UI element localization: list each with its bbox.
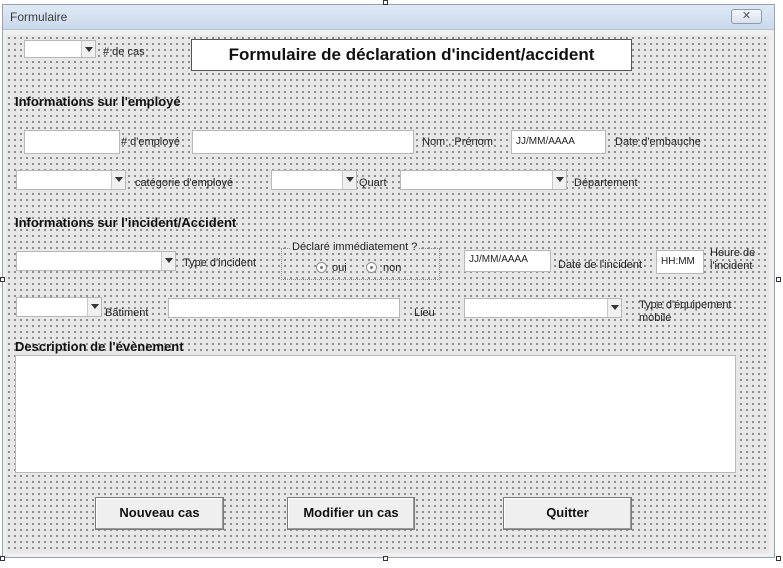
employee-id-input[interactable] bbox=[24, 130, 120, 154]
shift-label: Quart bbox=[359, 177, 387, 189]
title-bar: Formulaire ✕ bbox=[3, 5, 774, 30]
hire-date-input[interactable]: JJ/MM/AAAA bbox=[511, 130, 606, 154]
declared-immediately-label: Déclaré immédiatement ? bbox=[290, 241, 420, 253]
description-textarea[interactable] bbox=[15, 355, 736, 473]
incident-time-label: Heure de l'incident bbox=[710, 247, 756, 272]
radio-no[interactable] bbox=[366, 262, 377, 273]
shift-combo[interactable] bbox=[271, 170, 357, 190]
location-label: Lieu bbox=[414, 307, 435, 319]
incident-time-input[interactable]: HH:MM bbox=[656, 250, 704, 274]
incident-date-value: JJ/MM/AAAA bbox=[469, 254, 528, 265]
incident-time-value: HH:MM bbox=[661, 256, 695, 267]
chevron-down-icon[interactable] bbox=[552, 171, 566, 189]
resize-handle-bottom-right[interactable] bbox=[776, 556, 781, 561]
location-input[interactable] bbox=[168, 298, 400, 318]
building-label: Bâtiment bbox=[105, 307, 149, 319]
resize-handle-right[interactable] bbox=[776, 277, 781, 282]
radio-yes[interactable] bbox=[316, 262, 327, 273]
radio-no-label: non bbox=[383, 262, 402, 274]
incident-type-label: Type d'incident bbox=[183, 257, 257, 269]
quit-button[interactable]: Quitter bbox=[503, 497, 632, 530]
hire-date-value: JJ/MM/AAAA bbox=[516, 136, 575, 147]
chevron-down-icon[interactable] bbox=[161, 252, 175, 270]
new-case-button[interactable]: Nouveau cas bbox=[95, 497, 224, 530]
mobile-equipment-label: Type d'équipement mobile bbox=[639, 299, 732, 324]
form-title: Formulaire de déclaration d'incident/acc… bbox=[191, 39, 632, 71]
incident-type-combo[interactable] bbox=[16, 251, 176, 271]
case-number-label: # de cas bbox=[103, 46, 145, 58]
form-canvas: # de cas Formulaire de déclaration d'inc… bbox=[6, 35, 769, 553]
edit-case-button[interactable]: Modifier un cas bbox=[287, 497, 415, 530]
incident-date-input[interactable]: JJ/MM/AAAA bbox=[464, 250, 551, 272]
mobile-equipment-combo[interactable] bbox=[464, 298, 622, 318]
department-label: Département bbox=[574, 177, 638, 189]
resize-handle-left[interactable] bbox=[0, 277, 5, 282]
declared-immediately-group: Déclaré immédiatement ? oui non bbox=[281, 241, 440, 280]
chevron-down-icon[interactable] bbox=[81, 41, 95, 57]
building-combo[interactable] bbox=[16, 297, 102, 317]
resize-handle-bottom-left[interactable] bbox=[0, 556, 5, 561]
case-number-combo[interactable] bbox=[24, 40, 96, 58]
description-heading: Description de l'évènement bbox=[15, 339, 184, 354]
employee-name-input[interactable] bbox=[192, 130, 414, 154]
chevron-down-icon[interactable] bbox=[607, 299, 621, 317]
employee-section-heading: Informations sur l'employé bbox=[15, 94, 181, 109]
incident-section-heading: Informations sur l'incident/Accident bbox=[15, 215, 237, 230]
chevron-down-icon[interactable] bbox=[342, 171, 356, 189]
employee-id-label: # d'employé bbox=[121, 136, 180, 148]
form-window: Formulaire ✕ # de cas Formulaire de décl… bbox=[2, 4, 775, 558]
department-combo[interactable] bbox=[400, 170, 567, 190]
resize-handle-top[interactable] bbox=[383, 0, 388, 5]
chevron-down-icon[interactable] bbox=[87, 298, 101, 316]
hire-date-label: Date d'embauche bbox=[615, 136, 701, 148]
employee-name-label: Nom , Prénom bbox=[422, 136, 493, 148]
radio-yes-label: oui bbox=[332, 262, 347, 274]
incident-date-label: Date de l'incident bbox=[558, 259, 643, 271]
resize-handle-bottom[interactable] bbox=[383, 556, 388, 561]
employee-category-combo[interactable] bbox=[16, 170, 126, 190]
chevron-down-icon[interactable] bbox=[111, 171, 125, 189]
window-title: Formulaire bbox=[10, 10, 68, 24]
employee-category-label: catégorie d'employé bbox=[135, 177, 234, 189]
close-icon[interactable]: ✕ bbox=[731, 9, 762, 24]
